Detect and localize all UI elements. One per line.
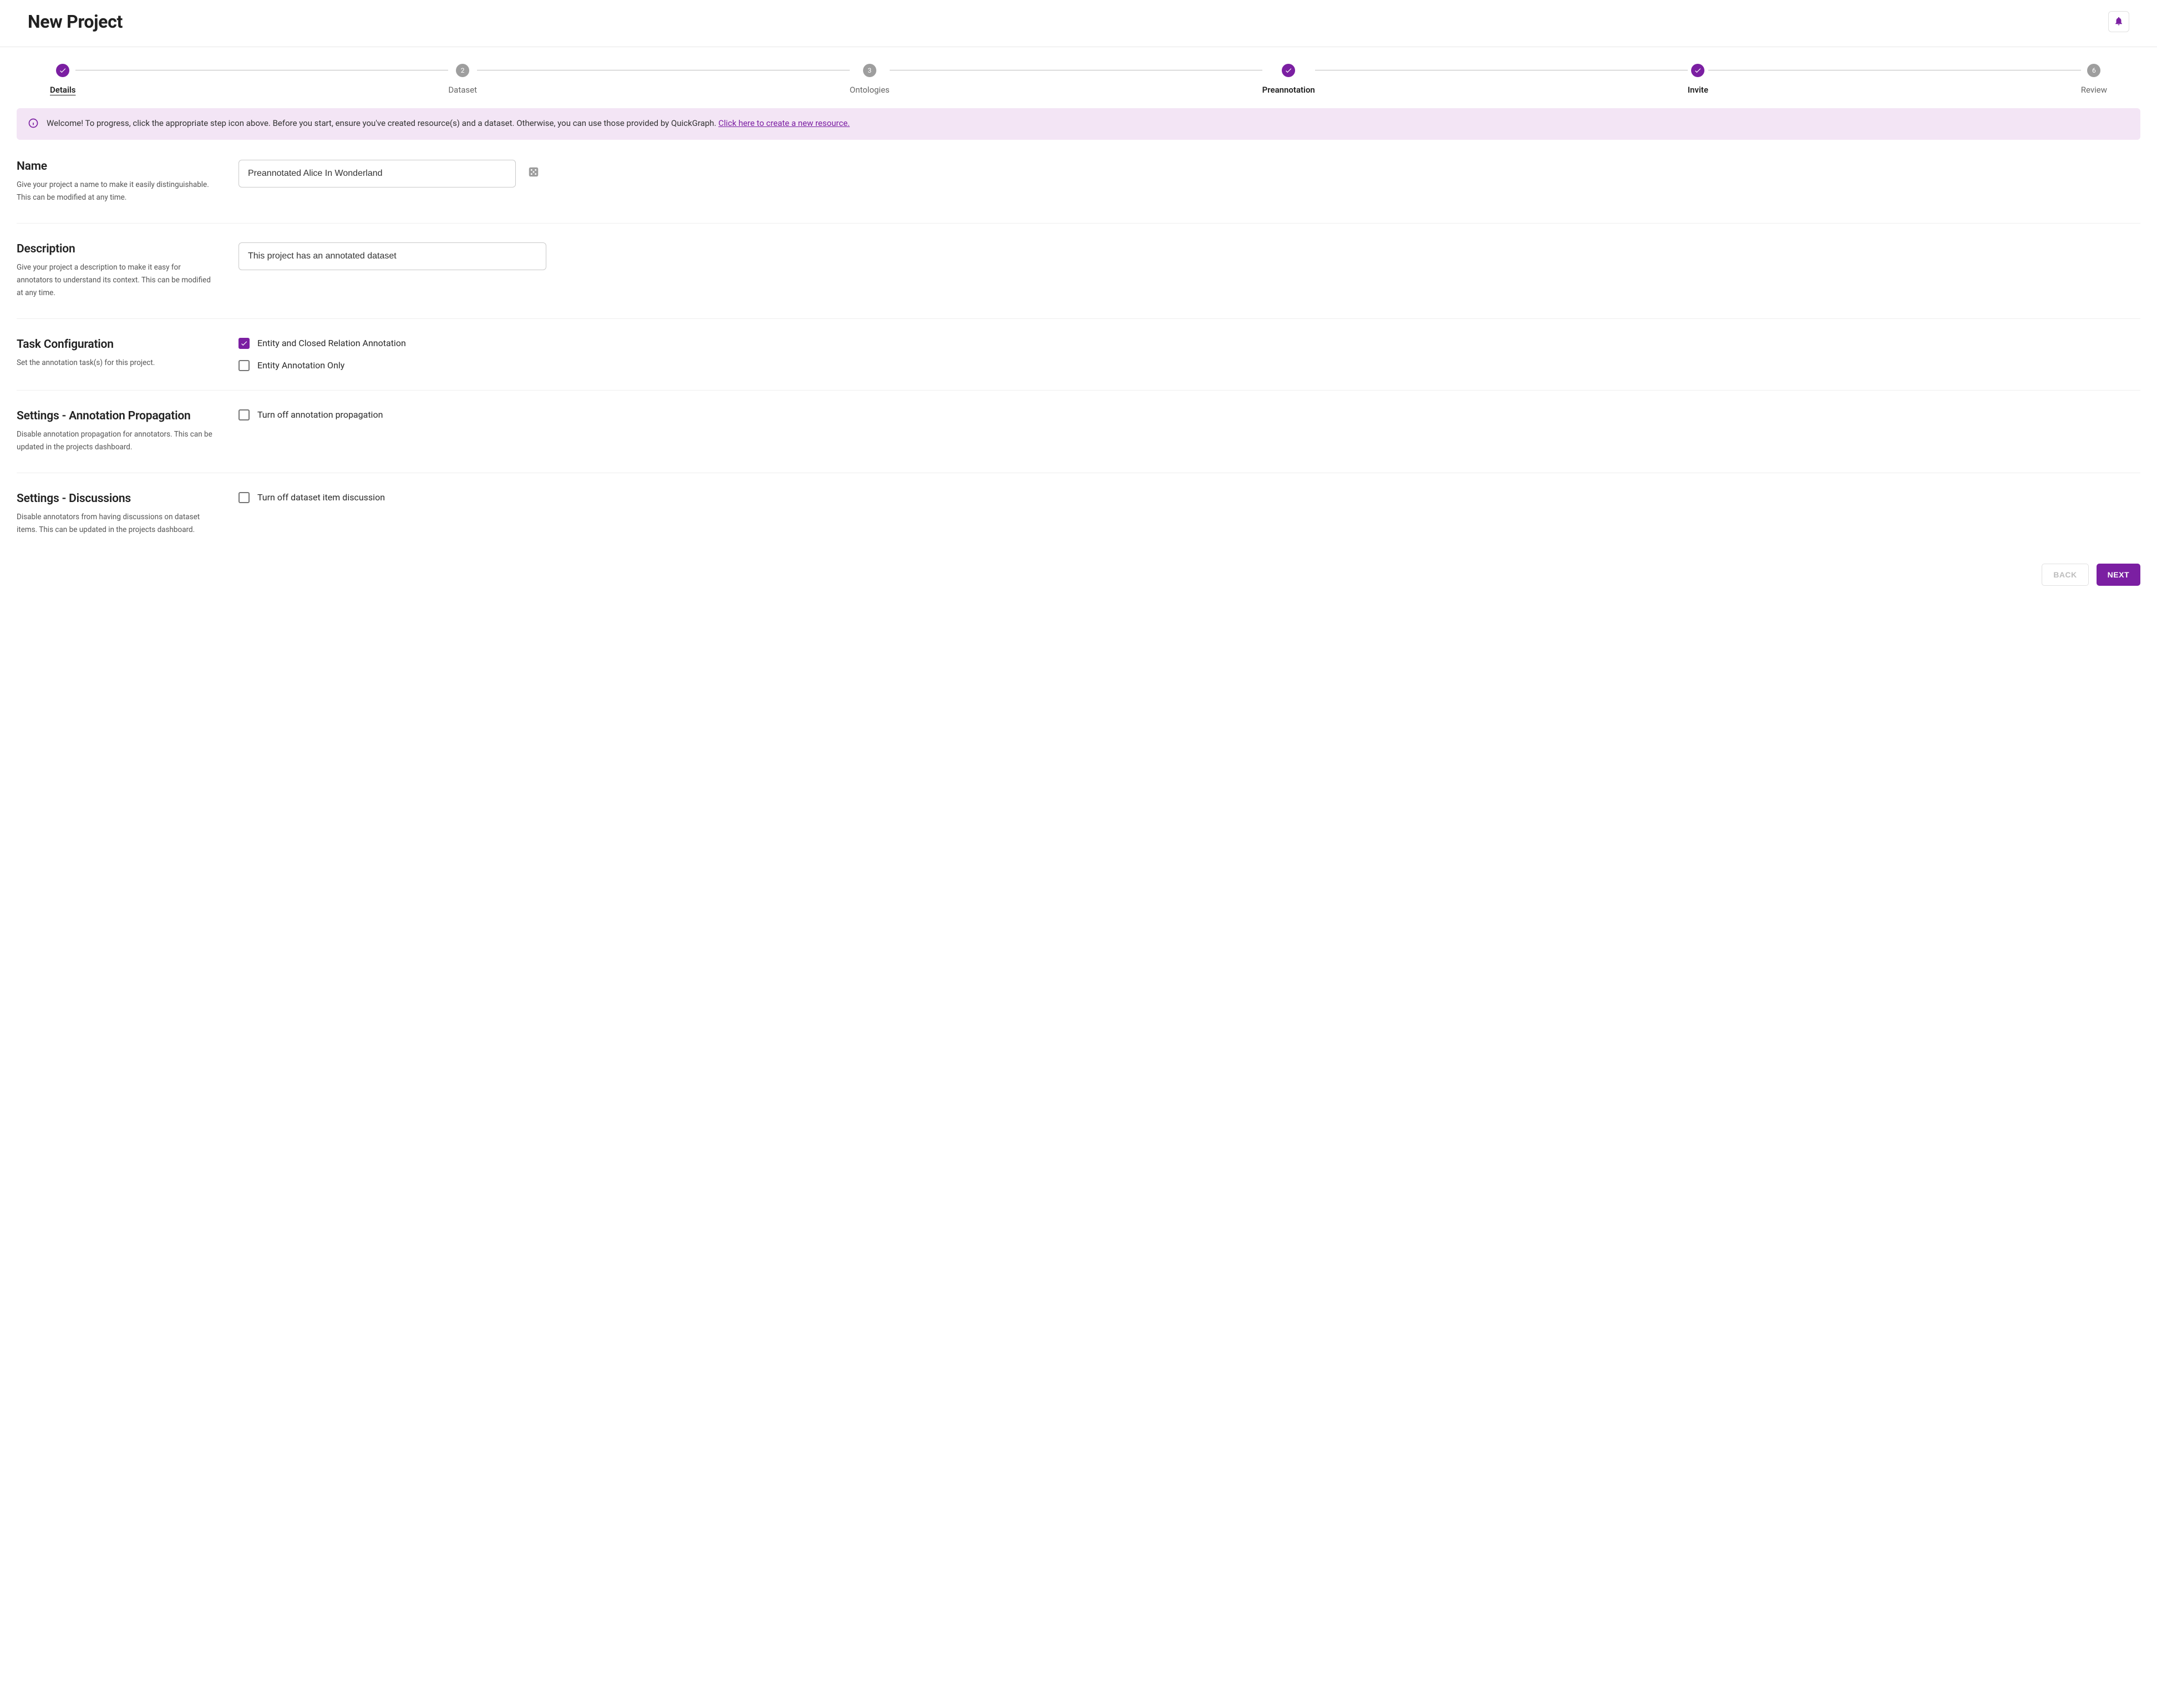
check-icon <box>1282 64 1295 77</box>
checkbox-icon <box>238 338 250 349</box>
project-description-input[interactable] <box>238 242 546 270</box>
section-task-config: Task Configuration Set the annotation ta… <box>17 338 2140 391</box>
name-desc: Give your project a name to make it easi… <box>17 179 216 204</box>
step-label: Preannotation <box>1262 85 1315 95</box>
discussions-title: Settings - Discussions <box>17 492 216 505</box>
checkbox-icon <box>238 360 250 371</box>
step-label: Review <box>2081 85 2107 95</box>
checkbox-icon <box>238 409 250 420</box>
task-desc: Set the annotation task(s) for this proj… <box>17 357 216 369</box>
project-name-input[interactable] <box>238 160 516 187</box>
propagation-toggle[interactable]: Turn off annotation propagation <box>238 409 383 420</box>
step-number: 2 <box>456 64 469 77</box>
footer-buttons: Back Next <box>0 564 2157 597</box>
checkbox-label: Entity Annotation Only <box>257 360 344 371</box>
randomize-name-button[interactable] <box>526 165 541 181</box>
notifications-button[interactable] <box>2108 11 2129 32</box>
step-number: 6 <box>2087 64 2100 77</box>
step-dataset[interactable]: 2 Dataset <box>448 64 477 95</box>
propagation-desc: Disable annotation propagation for annot… <box>17 428 216 454</box>
dice-icon <box>527 166 540 180</box>
page-title: New Project <box>28 11 123 32</box>
step-preannotation[interactable]: Preannotation <box>1262 64 1315 95</box>
header: New Project <box>0 0 2157 47</box>
section-name: Name Give your project a name to make it… <box>17 160 2140 224</box>
section-discussions: Settings - Discussions Disable annotator… <box>17 492 2140 542</box>
checkbox-icon <box>238 492 250 503</box>
step-number: 3 <box>863 64 876 77</box>
info-icon <box>28 117 39 131</box>
next-button[interactable]: Next <box>2097 564 2140 586</box>
check-icon <box>1691 64 1704 77</box>
checkbox-label: Turn off annotation propagation <box>257 409 383 420</box>
stepper: Details 2 Dataset 3 Ontologies Preannota… <box>0 47 2157 108</box>
bell-icon <box>2114 16 2124 28</box>
info-text: Welcome! To progress, click the appropri… <box>47 117 850 131</box>
name-title: Name <box>17 160 216 173</box>
task-option-entity-only[interactable]: Entity Annotation Only <box>238 360 406 371</box>
step-details[interactable]: Details <box>50 64 75 95</box>
checkbox-label: Entity and Closed Relation Annotation <box>257 338 406 348</box>
description-desc: Give your project a description to make … <box>17 261 216 300</box>
info-body: Welcome! To progress, click the appropri… <box>47 118 718 128</box>
check-icon <box>56 64 69 77</box>
create-resource-link[interactable]: Click here to create a new resource. <box>718 118 850 128</box>
step-review[interactable]: 6 Review <box>2081 64 2107 95</box>
step-label: Details <box>50 85 75 95</box>
step-label: Dataset <box>448 85 477 95</box>
step-ontologies[interactable]: 3 Ontologies <box>850 64 890 95</box>
task-title: Task Configuration <box>17 338 216 351</box>
discussions-toggle[interactable]: Turn off dataset item discussion <box>238 492 385 503</box>
back-button[interactable]: Back <box>2042 564 2088 586</box>
section-propagation: Settings - Annotation Propagation Disabl… <box>17 409 2140 473</box>
task-option-entity-relation[interactable]: Entity and Closed Relation Annotation <box>238 338 406 349</box>
section-description: Description Give your project a descript… <box>17 242 2140 319</box>
checkbox-label: Turn off dataset item discussion <box>257 492 385 503</box>
description-title: Description <box>17 242 216 256</box>
step-invite[interactable]: Invite <box>1688 64 1708 95</box>
propagation-title: Settings - Annotation Propagation <box>17 409 216 423</box>
step-label: Invite <box>1688 85 1708 95</box>
info-banner: Welcome! To progress, click the appropri… <box>17 108 2140 140</box>
discussions-desc: Disable annotators from having discussio… <box>17 511 216 536</box>
step-label: Ontologies <box>850 85 890 95</box>
